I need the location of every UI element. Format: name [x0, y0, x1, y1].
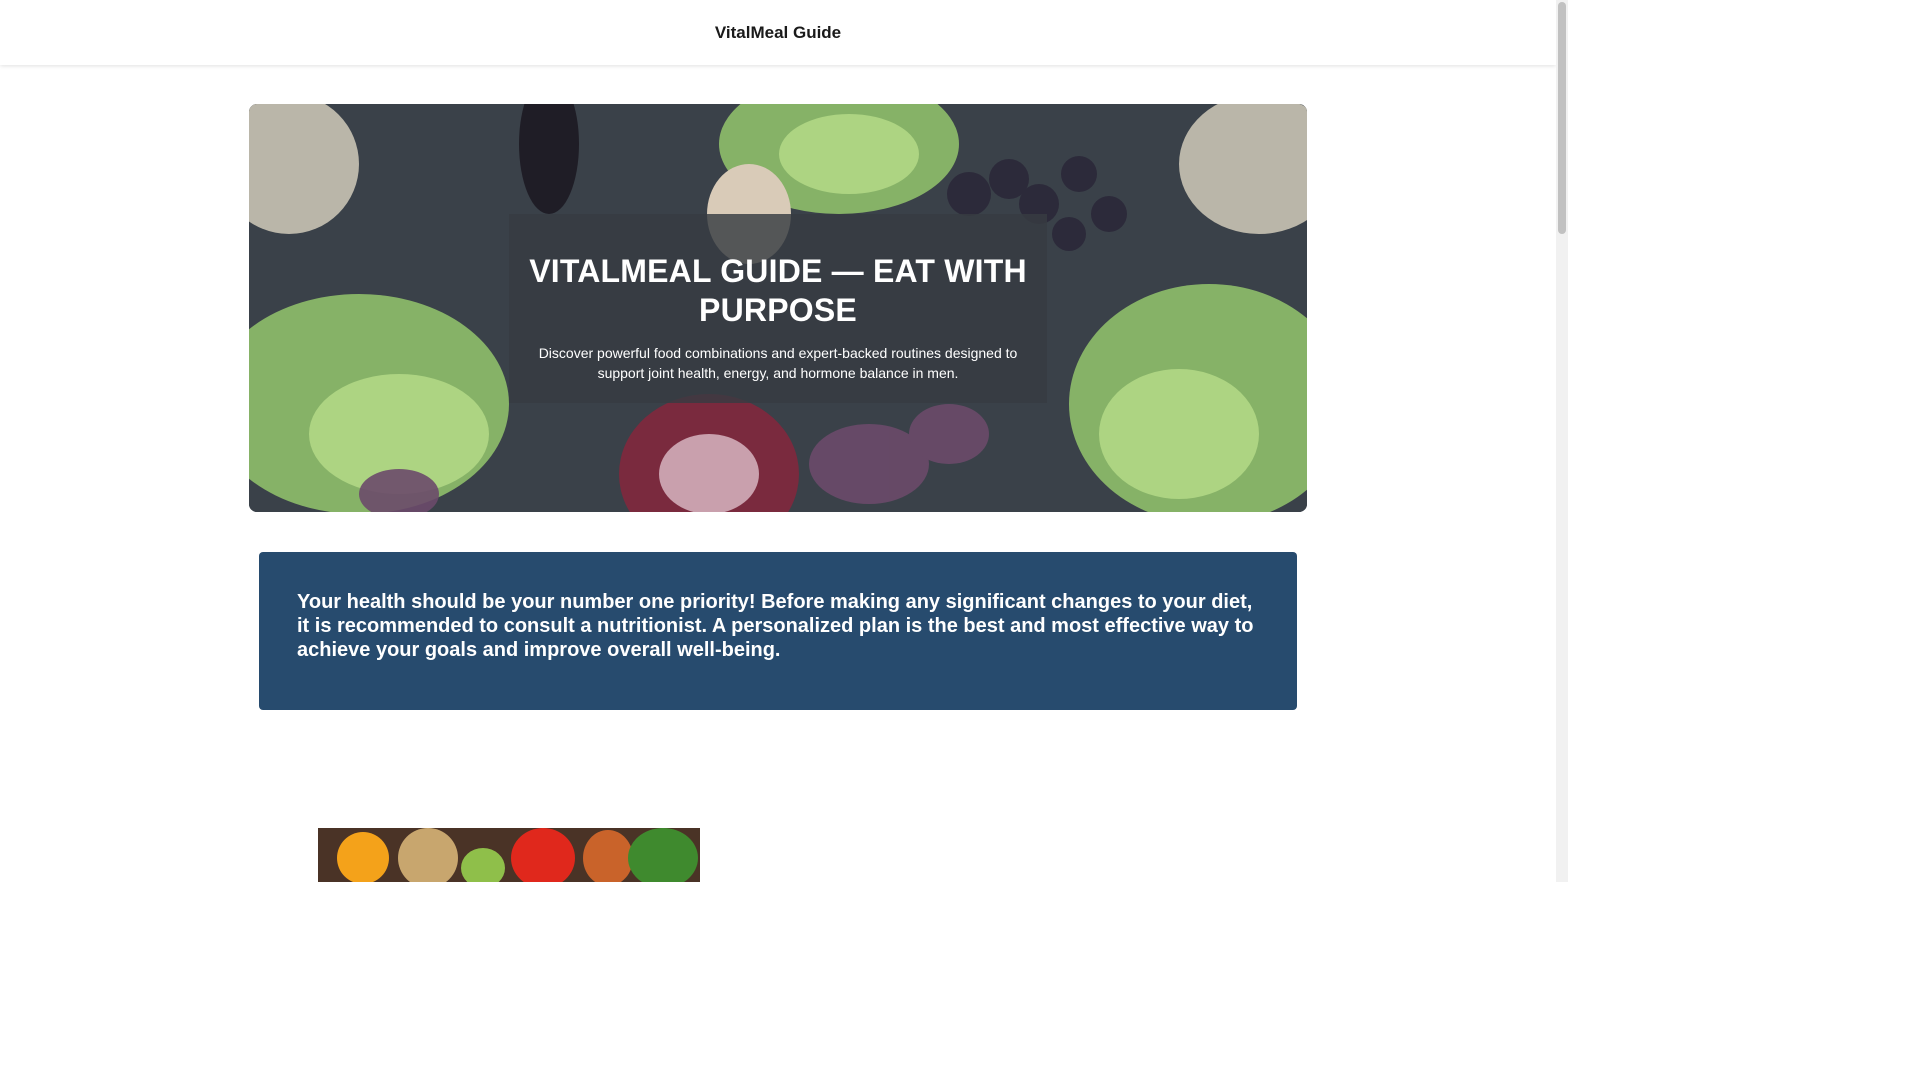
hero-text-box: VITALMEAL GUIDE — EAT WITH PURPOSE Disco…: [509, 214, 1047, 403]
site-header: VitalMeal Guide: [0, 0, 1556, 65]
site-title[interactable]: VitalMeal Guide: [715, 23, 841, 43]
produce-image: [318, 828, 700, 882]
health-notice-text: Your health should be your number one pr…: [297, 591, 1254, 661]
page-scrollbar[interactable]: [1556, 0, 1568, 882]
hero-title: VITALMEAL GUIDE — EAT WITH PURPOSE: [529, 253, 1027, 328]
hero-banner: VITALMEAL GUIDE — EAT WITH PURPOSE Disco…: [249, 104, 1307, 512]
hero-subtitle: Discover powerful food combinations and …: [538, 345, 1018, 381]
scrollbar-thumb[interactable]: [1558, 2, 1566, 234]
health-notice: Your health should be your number one pr…: [259, 552, 1297, 710]
produce-image-art: [318, 828, 700, 882]
